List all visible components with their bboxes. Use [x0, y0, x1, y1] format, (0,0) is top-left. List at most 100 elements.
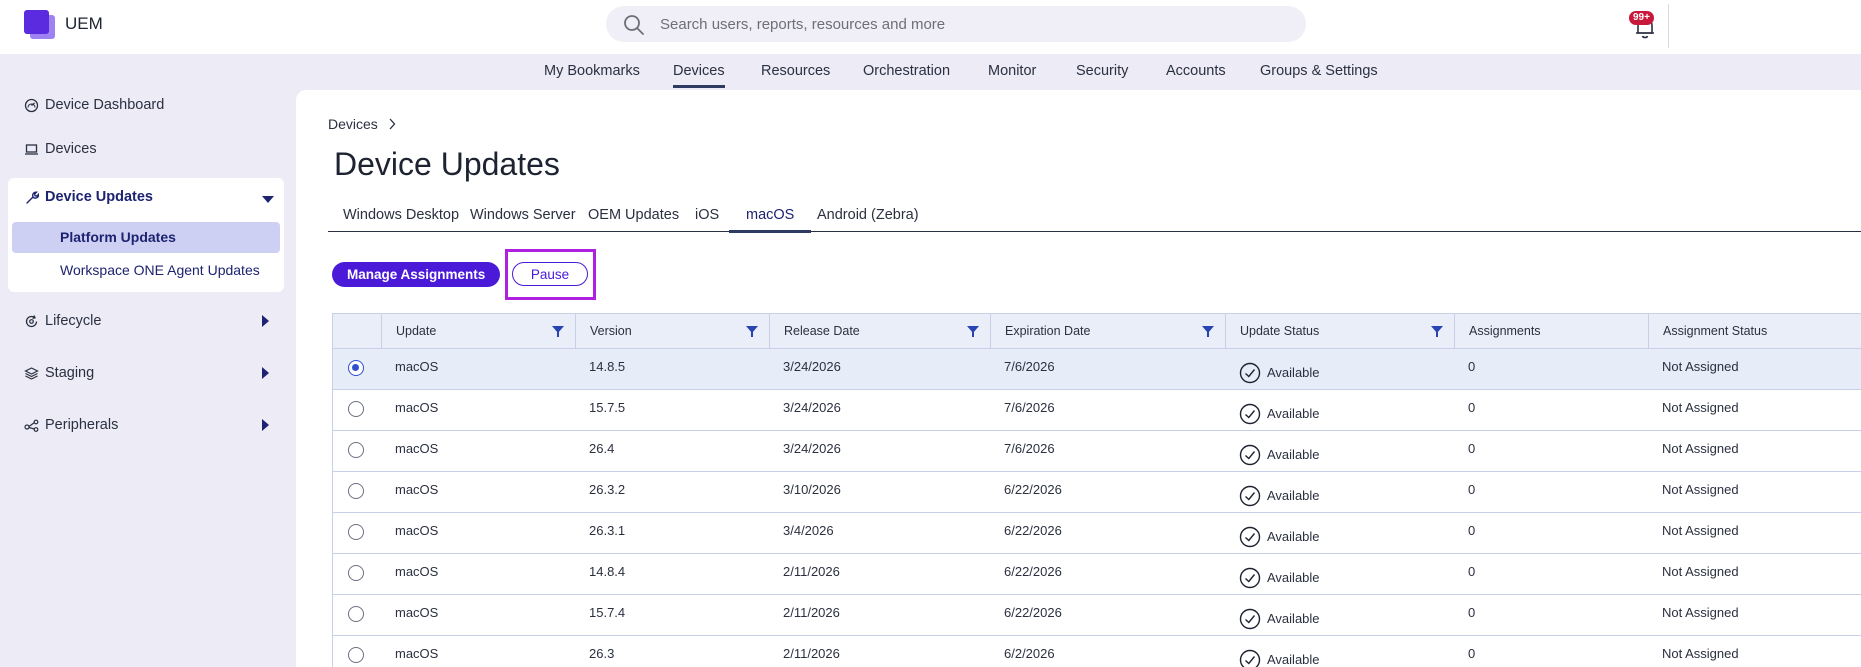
- chevron-right-icon[interactable]: [262, 419, 269, 431]
- sidebar-item-platform-updates[interactable]: Platform Updates: [12, 222, 280, 253]
- chevron-right-icon[interactable]: [262, 367, 269, 379]
- platform-tabs: Windows Desktop Windows Server OEM Updat…: [328, 202, 1861, 233]
- row-select-radio[interactable]: [348, 565, 364, 581]
- column-header-release-date[interactable]: Release Date: [769, 314, 990, 348]
- table-row[interactable]: macOS 26.4 3/24/2026 7/6/2026 Available 0 Not …: [333, 431, 1861, 472]
- row-select-radio[interactable]: [348, 360, 364, 376]
- cell-release: 3/4/2026: [783, 523, 834, 538]
- cell-expiration: 6/22/2026: [1004, 564, 1062, 579]
- nav-security[interactable]: Security: [1076, 63, 1128, 79]
- search-input[interactable]: [660, 6, 1280, 42]
- select-column-header: [333, 314, 381, 348]
- check-circle-icon: [1239, 567, 1261, 589]
- check-circle-icon: [1239, 526, 1261, 548]
- table-body: macOS 14.8.5 3/24/2026 7/6/2026 Available 0 No…: [333, 349, 1861, 667]
- tab-oem-updates[interactable]: OEM Updates: [588, 207, 679, 223]
- cell-expiration: 7/6/2026: [1004, 359, 1055, 374]
- filter-icon[interactable]: [552, 326, 564, 337]
- cell-assignments: 0: [1468, 482, 1476, 497]
- table-row[interactable]: macOS 15.7.4 2/11/2026 6/22/2026 Available 0 N…: [333, 595, 1861, 636]
- cell-assignment-status: Not Assigned: [1662, 400, 1739, 415]
- cell-release: 2/11/2026: [783, 605, 840, 620]
- cell-update: macOS: [395, 605, 439, 620]
- cell-update: macOS: [395, 441, 439, 456]
- nav-accounts[interactable]: Accounts: [1166, 63, 1226, 79]
- sidebar-item-workspace-one-agent-updates[interactable]: Workspace ONE Agent Updates: [12, 255, 280, 286]
- update-status-cell: Available: [1239, 353, 1320, 393]
- tab-android-zebra[interactable]: Android (Zebra): [817, 207, 919, 223]
- row-select-radio[interactable]: [348, 442, 364, 458]
- table-row[interactable]: macOS 26.3.1 3/4/2026 6/22/2026 Available 0 No…: [333, 513, 1861, 554]
- tab-macos[interactable]: macOS: [728, 207, 812, 233]
- cell-assignments: 0: [1468, 646, 1476, 661]
- table-row[interactable]: macOS 26.3 2/11/2026 6/2/2026 Available 0 Not …: [333, 636, 1861, 667]
- row-select-radio[interactable]: [348, 483, 364, 499]
- column-header-expiration-date[interactable]: Expiration Date: [990, 314, 1225, 348]
- cell-update: macOS: [395, 400, 439, 415]
- laptop-icon: [25, 143, 38, 155]
- table-row[interactable]: macOS 26.3.2 3/10/2026 6/22/2026 Available 0 N…: [333, 472, 1861, 513]
- cell-assignments: 0: [1468, 564, 1476, 579]
- breadcrumb-devices-link[interactable]: Devices: [328, 116, 378, 132]
- cell-assignment-status: Not Assigned: [1662, 605, 1739, 620]
- sidebar-item-staging[interactable]: Staging: [24, 365, 94, 381]
- cell-assignment-status: Not Assigned: [1662, 523, 1739, 538]
- cell-version: 15.7.5: [589, 400, 626, 415]
- nav-my-bookmarks[interactable]: My Bookmarks: [544, 63, 640, 79]
- manage-assignments-button[interactable]: Manage Assignments: [332, 262, 501, 287]
- chevron-down-icon[interactable]: [262, 196, 274, 203]
- nav-devices[interactable]: Devices: [673, 63, 725, 88]
- cell-release: 3/24/2026: [783, 441, 841, 456]
- peripherals-icon: [24, 419, 39, 432]
- column-header-update-status[interactable]: Update Status: [1225, 314, 1454, 348]
- column-header-assignment-status[interactable]: Assignment Status: [1648, 314, 1861, 348]
- cell-version: 14.8.5: [589, 359, 626, 374]
- global-search[interactable]: [606, 6, 1306, 42]
- table-row[interactable]: macOS 15.7.5 3/24/2026 7/6/2026 Available 0 No…: [333, 390, 1861, 431]
- nav-orchestration[interactable]: Orchestration: [863, 63, 950, 79]
- column-header-assignments[interactable]: Assignments: [1454, 314, 1648, 348]
- update-status-cell: Available: [1239, 476, 1320, 516]
- app-logo[interactable]: [24, 10, 55, 39]
- sidebar-item-devices[interactable]: Devices: [24, 141, 97, 157]
- filter-icon[interactable]: [746, 326, 758, 337]
- column-header-update[interactable]: Update: [381, 314, 575, 348]
- filter-icon[interactable]: [1431, 326, 1443, 337]
- nav-resources[interactable]: Resources: [761, 63, 830, 79]
- update-status-label: Available: [1267, 447, 1320, 462]
- filter-icon[interactable]: [967, 326, 979, 337]
- tab-windows-desktop[interactable]: Windows Desktop: [343, 207, 459, 223]
- chevron-right-icon[interactable]: [262, 315, 269, 327]
- filter-icon[interactable]: [1202, 326, 1214, 337]
- check-circle-icon: [1239, 444, 1261, 466]
- row-select-radio[interactable]: [348, 647, 364, 663]
- cell-version: 26.3.1: [589, 523, 626, 538]
- row-select-radio[interactable]: [348, 606, 364, 622]
- table-row[interactable]: macOS 14.8.5 3/24/2026 7/6/2026 Available 0 No…: [333, 349, 1861, 390]
- table-row[interactable]: macOS 14.8.4 2/11/2026 6/22/2026 Available 0 N…: [333, 554, 1861, 595]
- nav-monitor[interactable]: Monitor: [988, 63, 1036, 79]
- cell-assignments: 0: [1468, 359, 1476, 374]
- sidebar-item-label: Devices: [45, 141, 97, 157]
- breadcrumb: Devices: [328, 116, 396, 132]
- sidebar-item-label: Lifecycle: [45, 313, 102, 329]
- cell-expiration: 6/22/2026: [1004, 523, 1062, 538]
- update-status-label: Available: [1267, 611, 1320, 626]
- notification-badge: 99+: [1629, 11, 1654, 25]
- sidebar-item-device-dashboard[interactable]: Device Dashboard: [24, 97, 164, 113]
- row-select-radio[interactable]: [348, 401, 364, 417]
- column-header-version[interactable]: Version: [575, 314, 769, 348]
- update-status-label: Available: [1267, 529, 1320, 544]
- sidebar-item-lifecycle[interactable]: Lifecycle: [24, 313, 101, 329]
- cell-expiration: 6/22/2026: [1004, 605, 1062, 620]
- sidebar-item-peripherals[interactable]: Peripherals: [24, 417, 118, 433]
- pause-button[interactable]: Pause: [512, 262, 588, 286]
- nav-groups-settings[interactable]: Groups & Settings: [1260, 63, 1378, 79]
- tab-windows-server[interactable]: Windows Server: [470, 207, 576, 223]
- cell-update: macOS: [395, 359, 439, 374]
- cell-version: 15.7.4: [589, 605, 626, 620]
- sidebar-item-device-updates[interactable]: Device Updates: [24, 189, 153, 205]
- lifecycle-icon: [25, 314, 38, 327]
- row-select-radio[interactable]: [348, 524, 364, 540]
- tab-ios[interactable]: iOS: [695, 207, 719, 223]
